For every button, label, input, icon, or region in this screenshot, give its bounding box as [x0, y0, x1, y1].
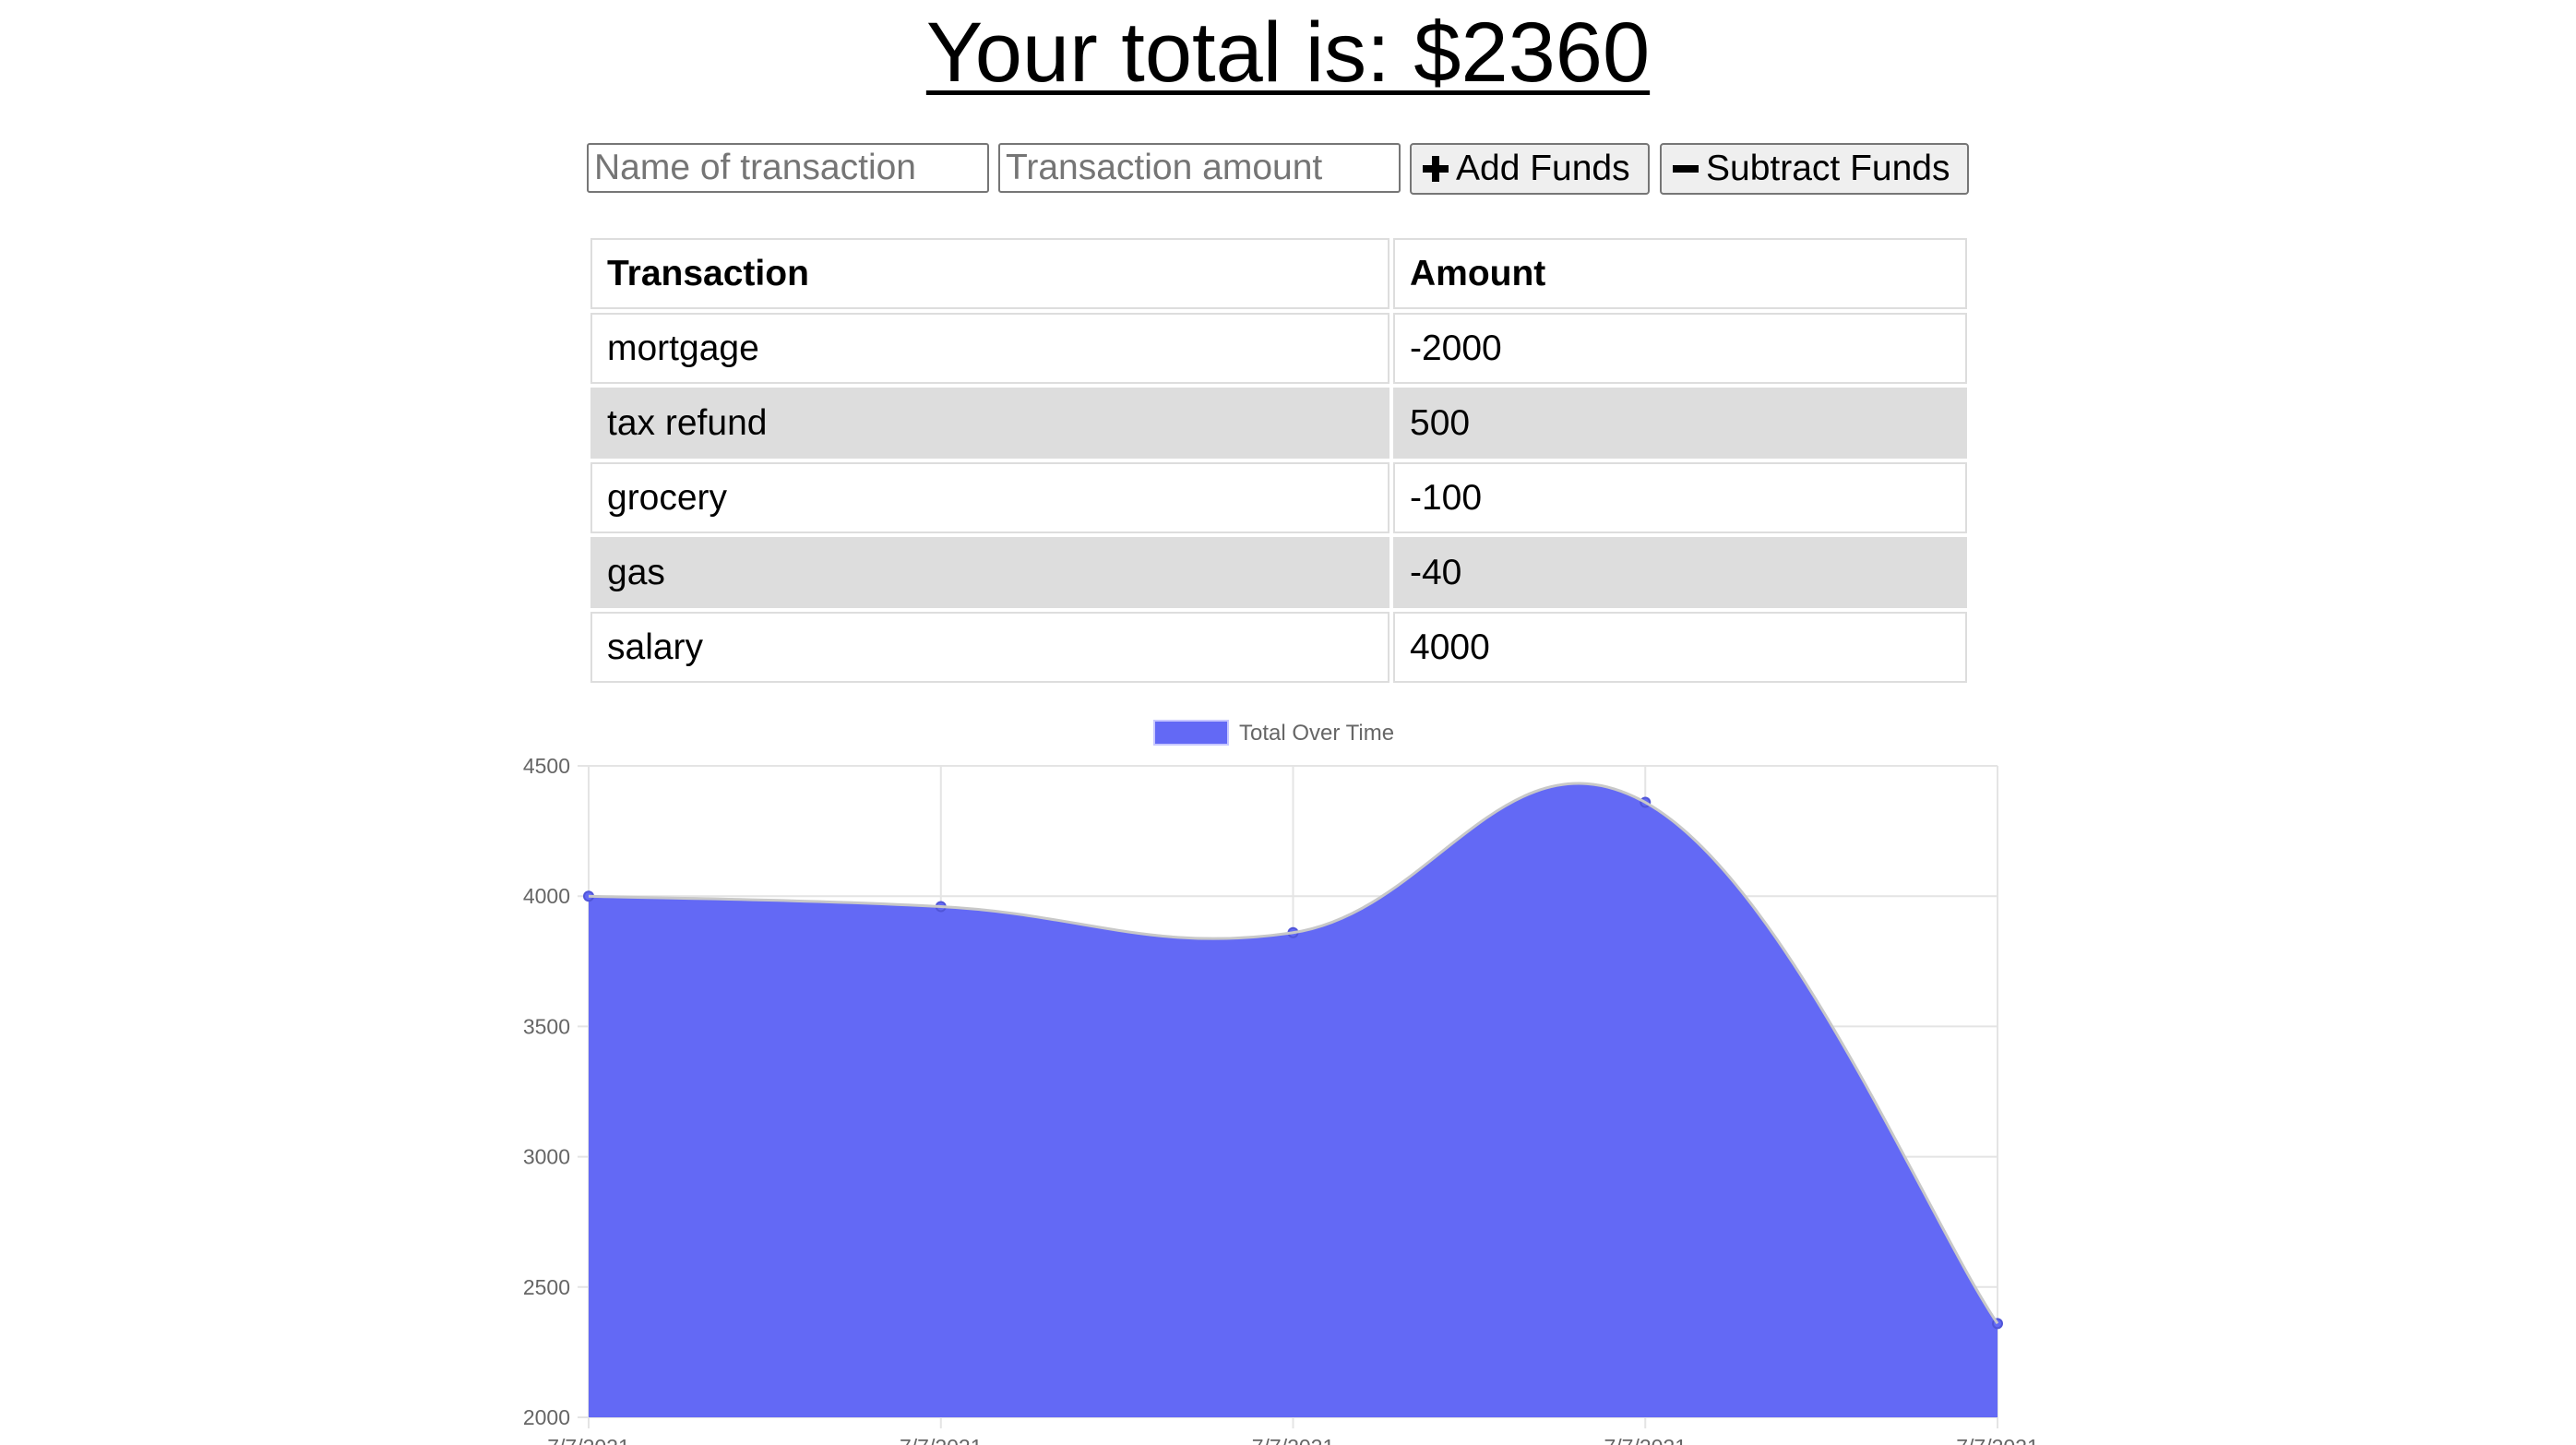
total-over-time-chart: 200025003000350040004500 7/7/20217/7/202… [523, 720, 2039, 1445]
y-tick-label: 4500 [523, 754, 570, 778]
table-row: gas -40 [590, 537, 1967, 608]
table-row: grocery -100 [590, 462, 1967, 533]
subtract-funds-label: Subtract Funds [1706, 149, 1950, 188]
transaction-amount: -100 [1393, 462, 1967, 533]
y-axis: 2000 2500 3000 3500 4000 4500 [523, 754, 570, 1429]
transaction-amount: 500 [1393, 388, 1967, 459]
transaction-amount: -40 [1393, 537, 1967, 608]
subtract-funds-button[interactable]: Subtract Funds [1660, 143, 1969, 195]
x-tick-label: 7/7/2021 [547, 1435, 630, 1445]
legend-swatch [1153, 720, 1229, 746]
transaction-form: Add Funds Subtract Funds [0, 143, 2576, 198]
x-tick-label: 7/7/2021 [1956, 1435, 2039, 1445]
chart-legend[interactable]: Total Over Time [1153, 720, 1394, 746]
add-funds-label: Add Funds [1456, 149, 1630, 188]
table-row: mortgage -2000 [590, 313, 1967, 384]
table-header-row: Transaction Amount [590, 238, 1967, 309]
transaction-amount-input[interactable] [998, 143, 1401, 193]
transaction-name: tax refund [590, 388, 1389, 459]
total-text: Your total is: $2360 [925, 6, 1651, 100]
transaction-name-input[interactable] [587, 143, 989, 193]
x-tick-label: 7/7/2021 [1252, 1435, 1335, 1445]
y-tick-label: 2500 [523, 1275, 570, 1299]
transaction-name: grocery [590, 462, 1389, 533]
x-tick-label: 7/7/2021 [900, 1435, 983, 1445]
transaction-name: salary [590, 612, 1389, 683]
y-tick-label: 4000 [523, 884, 570, 908]
transaction-amount: 4000 [1393, 612, 1967, 683]
transactions-table: Transaction Amount mortgage -2000 tax re… [587, 234, 1971, 687]
header-transaction: Transaction [590, 238, 1389, 309]
table-row: tax refund 500 [590, 388, 1967, 459]
total-heading: Your total is: $2360 [0, 0, 2576, 103]
x-axis: 7/7/2021 7/7/2021 7/7/2021 7/7/2021 7/7/2021 [547, 1435, 2039, 1445]
minus-icon [1673, 156, 1699, 182]
transaction-name: gas [590, 537, 1389, 608]
plus-icon [1423, 156, 1449, 182]
transaction-amount: -2000 [1393, 313, 1967, 384]
add-funds-button[interactable]: Add Funds [1410, 143, 1650, 195]
x-tick-label: 7/7/2021 [1604, 1435, 1687, 1445]
header-amount: Amount [1393, 238, 1967, 309]
table-row: salary 4000 [590, 612, 1967, 683]
legend-label: Total Over Time [1239, 721, 1394, 746]
transaction-name: mortgage [590, 313, 1389, 384]
y-tick-label: 2000 [523, 1405, 570, 1429]
y-tick-label: 3000 [523, 1145, 570, 1169]
y-tick-label: 3500 [523, 1014, 570, 1038]
